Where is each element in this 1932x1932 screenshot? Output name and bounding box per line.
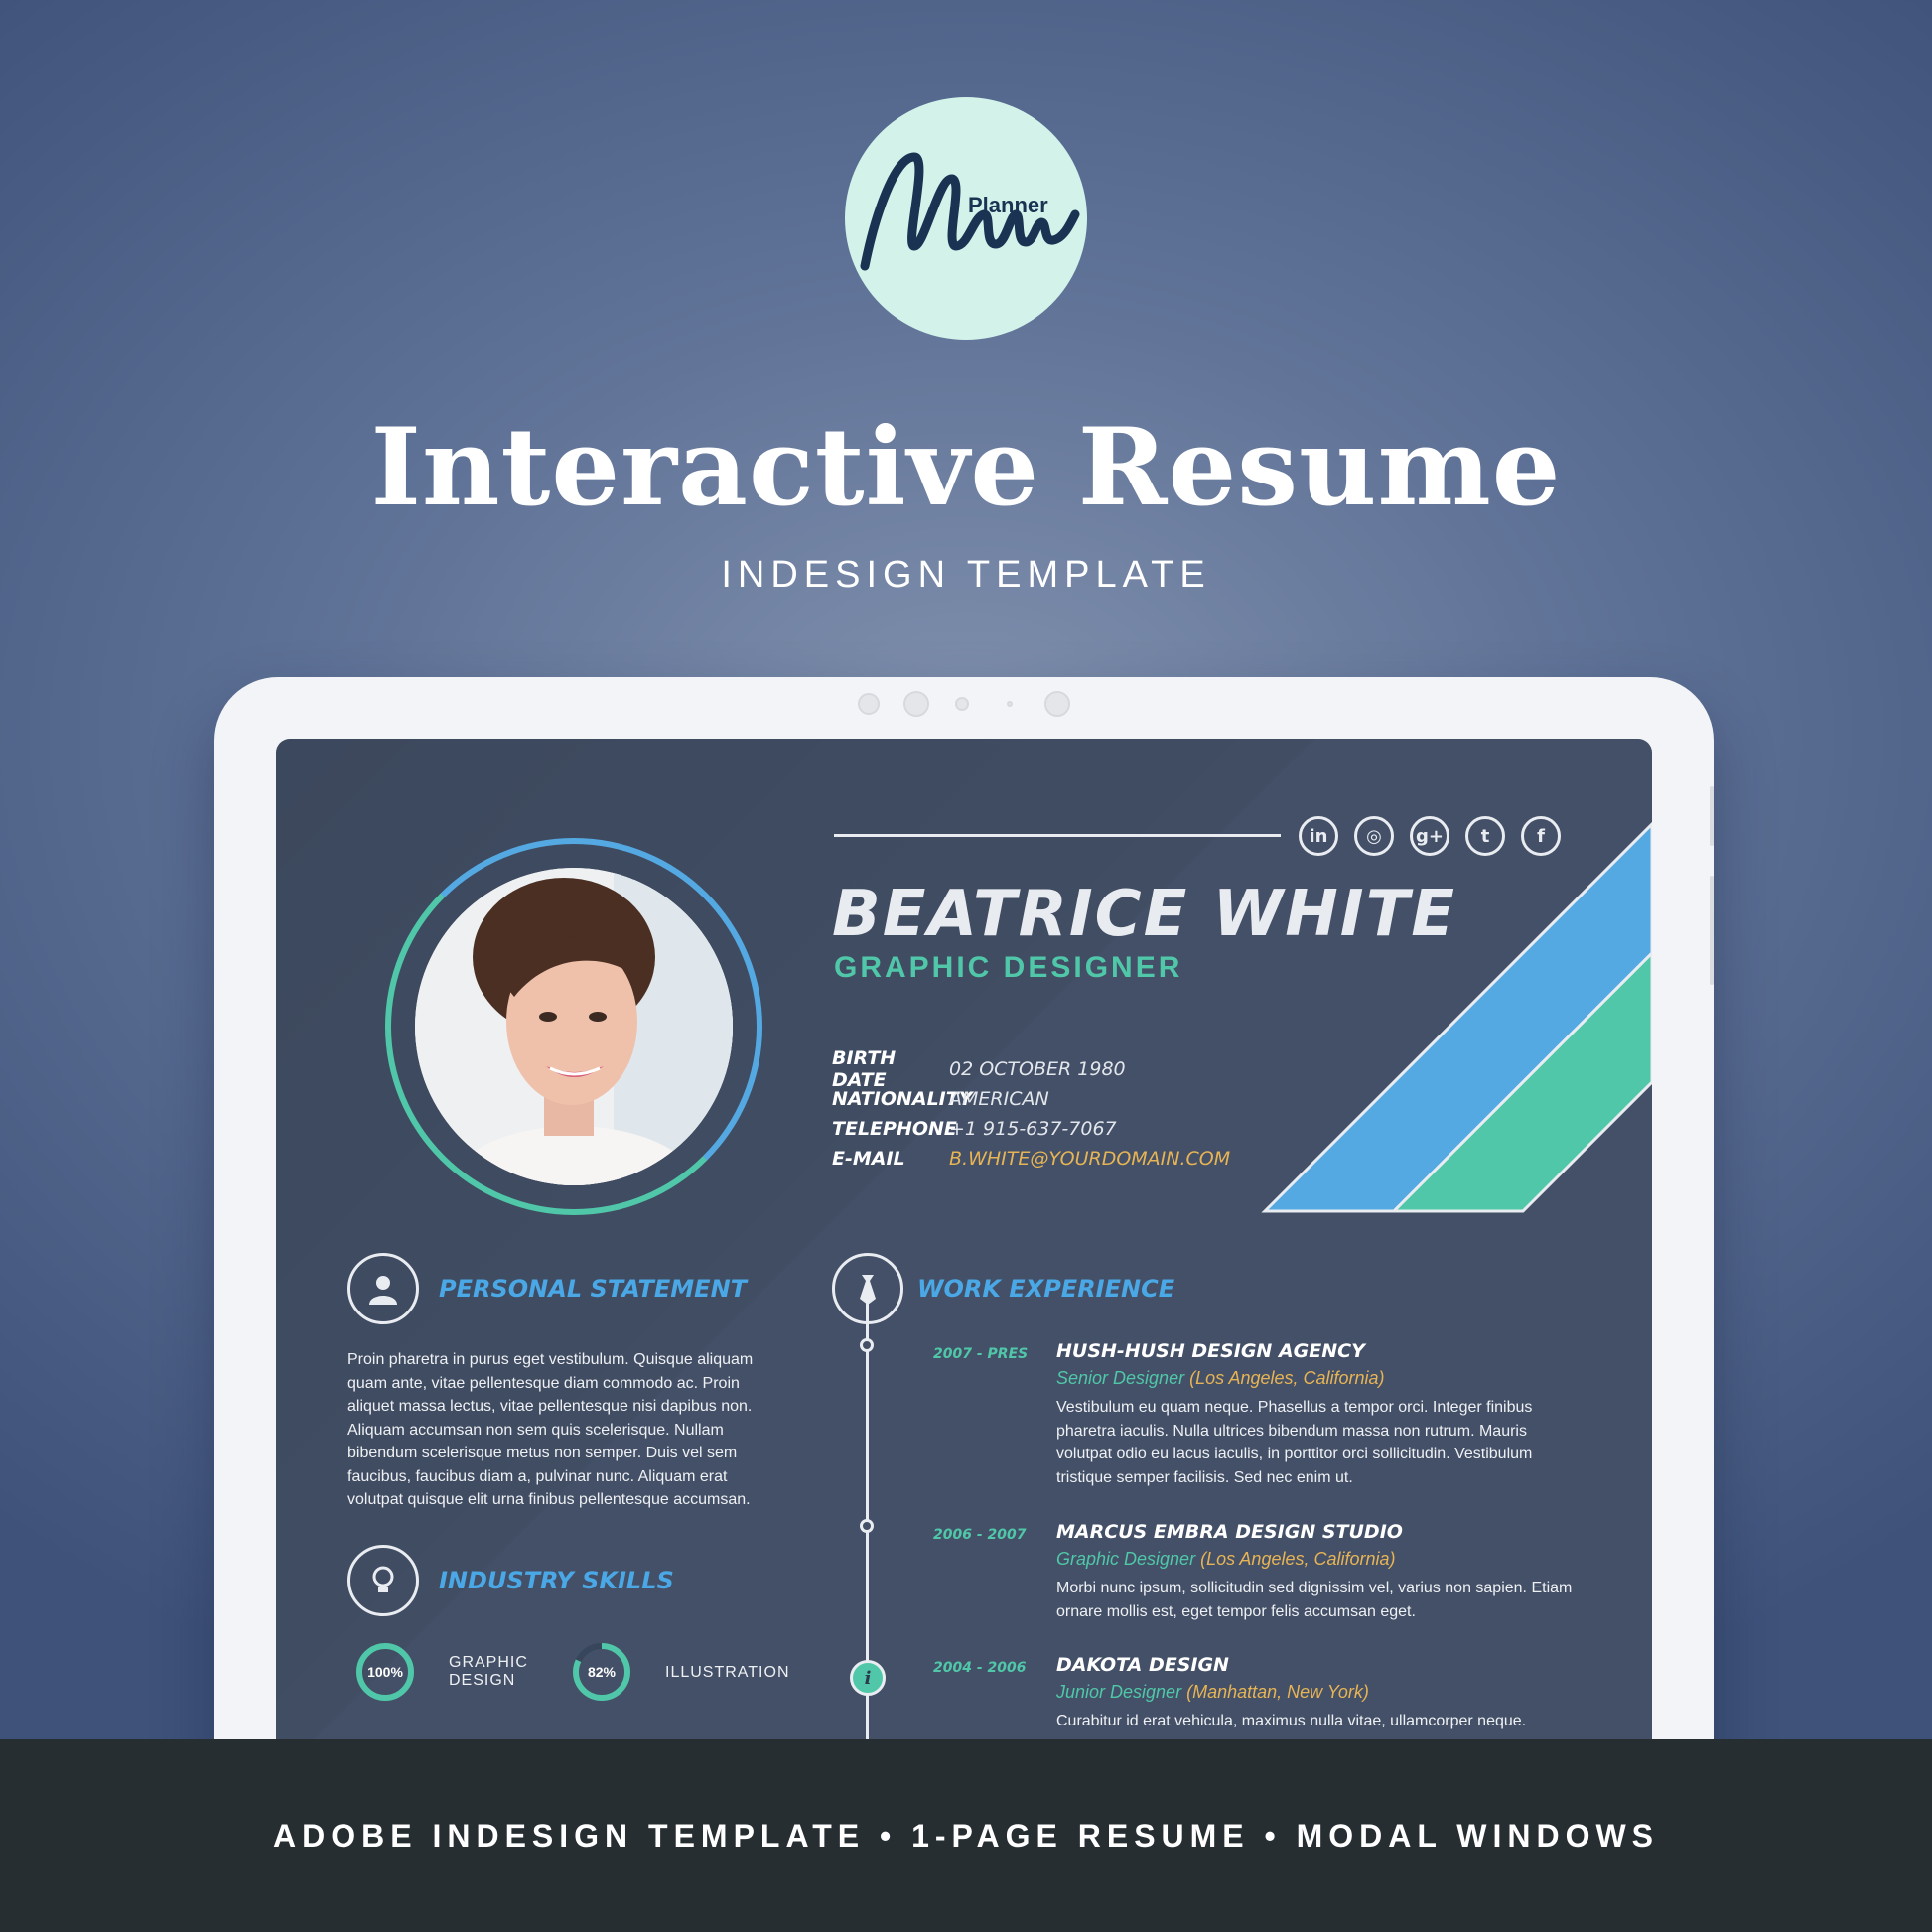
linkedin-icon[interactable]: in bbox=[1299, 816, 1338, 856]
mum-script-logo bbox=[860, 152, 1080, 271]
detail-key: E-MAIL bbox=[832, 1148, 905, 1170]
header-divider bbox=[834, 834, 1281, 837]
resume-screen: in ◎ g+ t f BEATRICE WHITE GRAPHIC DESIG… bbox=[276, 739, 1652, 1831]
job-description: Vestibulum eu quam neque. Phasellus a te… bbox=[1056, 1399, 1533, 1486]
sensor-icon bbox=[1007, 701, 1013, 707]
personal-statement-text: Proin pharetra in purus eget vestibulum.… bbox=[347, 1351, 754, 1508]
side-button bbox=[1710, 876, 1714, 985]
side-button bbox=[1710, 786, 1714, 846]
job-company: DAKOTA DESIGN bbox=[1056, 1654, 1229, 1676]
footer-bar: ADOBE INDESIGN TEMPLATE • 1-PAGE RESUME … bbox=[0, 1739, 1932, 1932]
job-title: Graphic Designer bbox=[1056, 1549, 1196, 1569]
job-description: Curabitur id erat vehicula, maximus null… bbox=[1056, 1713, 1527, 1729]
job-company: HUSH-HUSH DESIGN AGENCY bbox=[1056, 1340, 1365, 1362]
work-experience-title: WORK EXPERIENCE bbox=[917, 1275, 1175, 1303]
job-dates: 2004 - 2006 bbox=[933, 1660, 1027, 1676]
detail-key: TELEPHONE bbox=[832, 1118, 957, 1140]
main-title: Interactive Resume bbox=[370, 405, 1562, 530]
info-icon[interactable]: i bbox=[850, 1660, 886, 1696]
job-company: MARCUS EMBRA DESIGN STUDIO bbox=[1056, 1521, 1403, 1543]
facebook-icon[interactable]: f bbox=[1521, 816, 1561, 856]
timeline-dot bbox=[860, 1519, 874, 1533]
job-location: (Los Angeles, California) bbox=[1189, 1368, 1385, 1388]
job-title: Senior Designer bbox=[1056, 1368, 1185, 1388]
sensor-icon bbox=[858, 693, 880, 715]
user-icon[interactable] bbox=[347, 1253, 419, 1324]
sensor-icon bbox=[1044, 691, 1070, 717]
footer-text: ADOBE INDESIGN TEMPLATE • 1-PAGE RESUME … bbox=[273, 1817, 1659, 1854]
google-plus-icon[interactable]: g+ bbox=[1410, 816, 1449, 856]
job-title: Junior Designer bbox=[1056, 1682, 1182, 1702]
detail-key: NATIONALITY bbox=[832, 1088, 973, 1110]
tablet-device: in ◎ g+ t f BEATRICE WHITE GRAPHIC DESIG… bbox=[214, 677, 1714, 1831]
job-dates: 2006 - 2007 bbox=[933, 1527, 1027, 1543]
planner-mum-logo: Planner bbox=[845, 97, 1087, 340]
detail-value: 02 OCTOBER 1980 bbox=[949, 1058, 1126, 1080]
skill-percent: 82% bbox=[587, 1664, 617, 1680]
job-location: (Los Angeles, California) bbox=[1200, 1549, 1396, 1569]
twitter-icon[interactable]: t bbox=[1465, 816, 1505, 856]
detail-row: NATIONALITY AMERICAN bbox=[832, 1084, 1230, 1114]
email-link[interactable]: B.WHITE@YOURDOMAIN.COM bbox=[949, 1148, 1230, 1170]
camera-icon bbox=[955, 697, 969, 711]
timeline-line bbox=[866, 1291, 869, 1777]
resume-role: GRAPHIC DESIGNER bbox=[834, 951, 1183, 984]
industry-skills-title: INDUSTRY SKILLS bbox=[439, 1567, 674, 1594]
logo-planner-text: Planner bbox=[968, 193, 1048, 217]
detail-value: +1 915-637-7067 bbox=[949, 1118, 1117, 1140]
detail-row: TELEPHONE +1 915-637-7067 bbox=[832, 1114, 1230, 1144]
lightbulb-icon[interactable] bbox=[347, 1545, 419, 1616]
job-location: (Manhattan, New York) bbox=[1186, 1682, 1369, 1702]
dribbble-icon[interactable]: ◎ bbox=[1354, 816, 1394, 856]
job-position: Senior Designer (Los Angeles, California… bbox=[1056, 1368, 1385, 1389]
skill-percent: 100% bbox=[367, 1664, 403, 1680]
detail-key: BIRTH DATE bbox=[832, 1047, 897, 1091]
skill-label-line: DESIGN bbox=[449, 1672, 516, 1689]
sensor-icon bbox=[903, 691, 929, 717]
job-position: Junior Designer (Manhattan, New York) bbox=[1056, 1682, 1369, 1703]
personal-details: BIRTH DATE 02 OCTOBER 1980 NATIONALITY A… bbox=[832, 1047, 1230, 1173]
skill-label: GRAPHIC DESIGN bbox=[449, 1654, 528, 1690]
detail-row: E-MAIL B.WHITE@YOURDOMAIN.COM bbox=[832, 1144, 1230, 1173]
job-position: Graphic Designer (Los Angeles, Californi… bbox=[1056, 1549, 1396, 1570]
timeline-dot bbox=[860, 1338, 874, 1352]
skill-label-line: GRAPHIC bbox=[449, 1654, 528, 1671]
profile-photo bbox=[415, 868, 733, 1185]
personal-statement-title: PERSONAL STATEMENT bbox=[439, 1275, 748, 1303]
resume-name: BEATRICE WHITE bbox=[832, 878, 1456, 951]
job-dates: 2007 - PRES bbox=[933, 1346, 1029, 1362]
detail-row: BIRTH DATE 02 OCTOBER 1980 bbox=[832, 1047, 1230, 1091]
detail-value: AMERICAN bbox=[949, 1088, 1049, 1110]
sub-title: INDESIGN TEMPLATE bbox=[721, 554, 1211, 596]
skill-label: ILLUSTRATION bbox=[665, 1664, 790, 1681]
job-description: Morbi nunc ipsum, sollicitudin sed digni… bbox=[1056, 1580, 1573, 1620]
